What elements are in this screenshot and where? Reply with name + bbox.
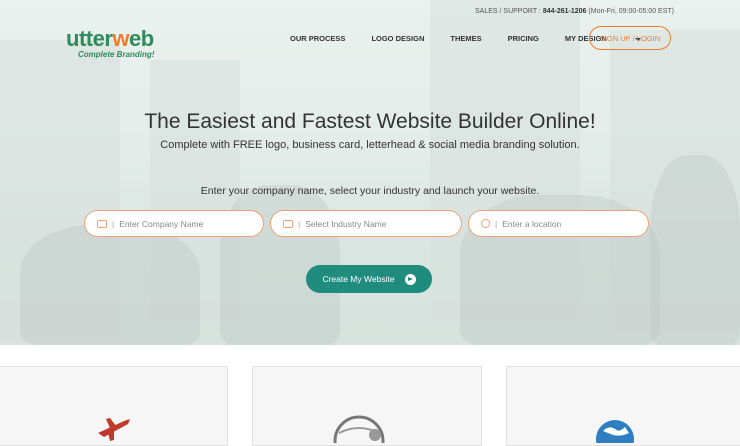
briefcase-icon: [97, 219, 107, 228]
nav-logo-design[interactable]: LOGO DESIGN: [371, 34, 424, 43]
location-input[interactable]: [502, 218, 633, 229]
logo-wordmark: utterweb: [66, 26, 154, 51]
logo[interactable]: utterweb Complete Branding!: [66, 26, 155, 60]
field-separator: |: [298, 218, 301, 229]
support-phone[interactable]: 844-261-1206: [543, 8, 587, 15]
create-website-label: Create My Website: [322, 274, 395, 284]
feature-card: [0, 366, 228, 446]
support-label: SALES / SUPPORT :: [475, 8, 541, 15]
support-hours: (Mon-Fri, 09:00-05:00 EST): [588, 8, 674, 15]
field-separator: |: [495, 218, 498, 229]
logo-tagline: Complete Branding!: [78, 50, 155, 59]
signup-login-button[interactable]: SIGN UP / LOGIN: [589, 26, 671, 50]
hero-section: SALES / SUPPORT : 844-261-1206 (Mon-Fri,…: [0, 0, 740, 345]
hero-prompt: Enter your company name, select your ind…: [200, 185, 540, 197]
industry-select[interactable]: [305, 218, 436, 229]
location-field[interactable]: |: [468, 210, 649, 237]
hero-headline: The Easiest and Fastest Website Builder …: [144, 110, 596, 133]
create-website-button[interactable]: Create My Website: [306, 265, 432, 293]
airplane-icon: [98, 418, 130, 441]
nav-our-process[interactable]: OUR PROCESS: [290, 34, 345, 43]
nav-pricing[interactable]: PRICING: [508, 34, 539, 43]
industry-field[interactable]: |: [270, 210, 462, 237]
company-name-input[interactable]: [119, 218, 250, 229]
arrow-right-circle-icon: [404, 273, 416, 285]
field-separator: |: [112, 218, 115, 229]
feature-card: [506, 366, 740, 446]
globe-icon: [481, 219, 490, 228]
world-globe-icon: [596, 420, 634, 443]
hero-subline: Complete with FREE logo, business card, …: [160, 139, 580, 151]
support-info: SALES / SUPPORT : 844-261-1206 (Mon-Fri,…: [475, 8, 674, 15]
company-name-field[interactable]: |: [84, 210, 264, 237]
globe-grid-icon: [333, 415, 385, 443]
briefcase-icon: [283, 219, 293, 228]
nav-themes[interactable]: THEMES: [450, 34, 481, 43]
feature-card: [252, 366, 482, 446]
